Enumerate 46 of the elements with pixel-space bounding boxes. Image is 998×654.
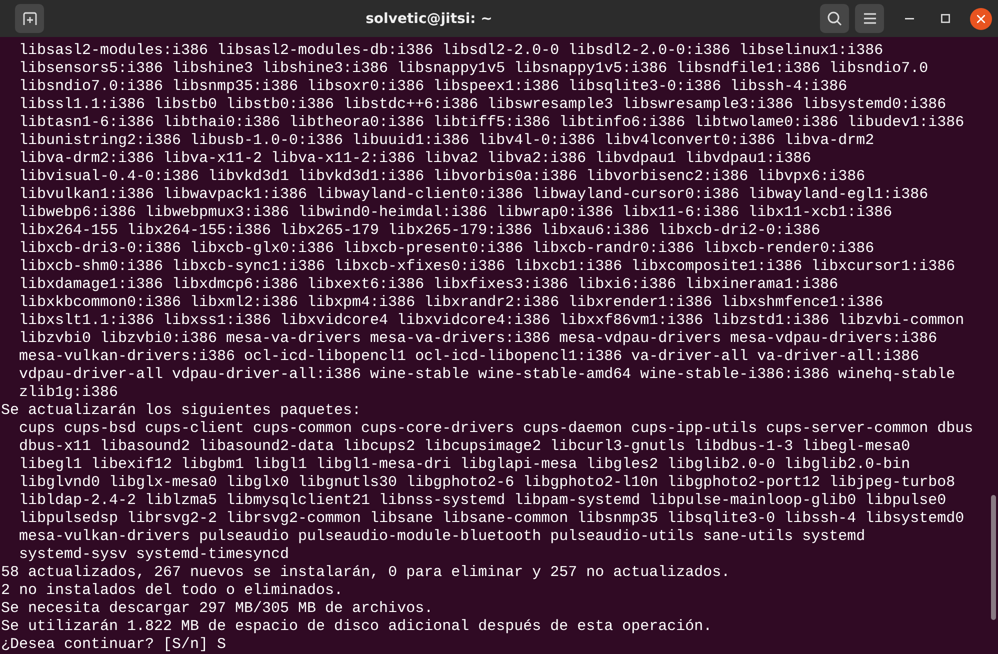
terminal-line: libvisual-0.4-0:i386 libvkd3d1 libvkd3d1:i386 libvorbis0a:i386 libvorbisenc2:i386 libvpx6:i386 xyxy=(19,168,866,185)
terminal-line: libxdamage1:i386 libxdmcp6:i386 libxext6:i386 libxfixes3:i386 libxi6:i386 libxinerama1:i386 xyxy=(19,276,838,293)
menu-button[interactable] xyxy=(855,4,884,33)
terminal-line: libxkbcommon0:i386 libxml2:i386 libxpm4:i386 libxrandr2:i386 libxrender1:i386 libxshmfence1:i386 xyxy=(19,294,884,311)
terminal-line: libx264-155 libx264-155:i386 libx265-179 libx265-179:i386 libxau6:i386 libxcb-dri2-0:i386 xyxy=(19,222,820,239)
minimize-icon xyxy=(904,18,914,20)
terminal-line: libegl1 libexif12 libgbm1 libgl1 libgl1-mesa-dri libglapi-mesa libgles2 libglib2.0-0 libglib2.0-bin xyxy=(19,456,910,473)
terminal-line: zlib1g:i386 xyxy=(19,384,118,401)
terminal-line: libxcb-dri3-0:i386 libxcb-glx0:i386 libxcb-present0:i386 libxcb-randr0:i386 libxcb-render0:i386 xyxy=(19,240,874,257)
maximize-icon xyxy=(940,14,950,23)
terminal-line: systemd-sysv systemd-timesyncd xyxy=(19,546,290,563)
terminal-line: libva-drm2:i386 libva-x11-2 libva-x11-2:i386 libva2 libva2:i386 libvdpau1 libvdpau1:i386 xyxy=(19,150,812,167)
terminal-line: Se utilizarán 1.822 MB de espacio de disco adicional después de esta operación. xyxy=(1,618,712,635)
terminal-line: libsensors5:i386 libshine3 libshine3:i386 libsnappy1v5 libsnappy1v5:i386 libsndfile1:i386 libsndio7.0 xyxy=(19,60,928,77)
terminal-line: libwebp6:i386 libwebpmux3:i386 libwind0-heimdal:i386 libwrap0:i386 libx11-6:i386 libx11-xcb1:i386 xyxy=(19,204,892,221)
terminal-line: libxslt1.1:i386 libxss1:i386 libxvidcore4 libxvidcore4:i386 libxxf86vm1:i386 libzstd1:i386 libzvbi-common xyxy=(19,312,964,329)
terminal-line: libsndio7.0:i386 libsnmp35:i386 libsoxr0:i386 libspeex1:i386 libsqlite3-0:i386 libssh-4:i386 xyxy=(19,78,848,95)
terminal-line: 58 actualizados, 267 nuevos se instalarán, 0 para eliminar y 257 no actualizados. xyxy=(1,564,730,581)
terminal-line: libxcb-shm0:i386 libxcb-sync1:i386 libxcb-xfixes0:i386 libxcb1:i386 libxcomposite1:i386 libxcursor1:i386 xyxy=(19,258,956,275)
terminal-line: Se necesita descargar 297 MB/305 MB de archivos. xyxy=(1,600,434,617)
terminal-line: 2 no instalados del todo o eliminados. xyxy=(1,582,344,599)
terminal-line: libzvbi0 libzvbi0:i386 mesa-va-drivers mesa-va-drivers:i386 mesa-vdpau-drivers mesa-vdpau-drivers:i386 xyxy=(19,330,938,347)
terminal-line: Se actualizarán los siguientes paquetes: xyxy=(1,402,362,419)
window-title: solvetic@jitsi: ~ xyxy=(364,10,494,26)
terminal-line: libunistring2:i386 libusb-1.0-0:i386 libuuid1:i386 libv4l-0:i386 libv4lconvert0:i386 libva-drm2 xyxy=(19,132,874,149)
terminal-line: libpulsedsp librsvg2-2 librsvg2-common libsane libsane-common libsnmp35 libsqlite3-0 libssh-4 libsystemd0 xyxy=(19,510,964,527)
terminal-line: vdpau-driver-all vdpau-driver-all:i386 wine-stable wine-stable-amd64 wine-stable-i386:i386 winehq-stable xyxy=(19,366,956,383)
terminal-line: cups cups-bsd cups-client cups-common cups-core-drivers cups-daemon cups-ipp-utils cups-server-common dbus xyxy=(19,420,974,437)
search-icon xyxy=(827,11,842,26)
new-tab-icon xyxy=(22,12,36,26)
scrollbar-thumb[interactable] xyxy=(991,495,996,620)
terminal-line: libvulkan1:i386 libwavpack1:i386 libwayland-client0:i386 libwayland-cursor0:i386 libwayland-egl1:i386 xyxy=(19,186,928,203)
terminal-line: mesa-vulkan-drivers:i386 ocl-icd-libopencl1 ocl-icd-libopencl1:i386 va-driver-all va-driver-all:i386 xyxy=(19,348,920,365)
terminal-line: libsasl2-modules:i386 libsasl2-modules-db:i386 libsdl2-2.0-0 libsdl2-2.0-0:i386 libselinux1:i386 xyxy=(19,42,884,59)
terminal-line: mesa-vulkan-drivers pulseaudio pulseaudio-module-bluetooth pulseaudio-utils sane-utils systemd xyxy=(19,528,866,545)
terminal-line: libssl1.1:i386 libstb0 libstb0:i386 libstdc++6:i386 libswresample3 libswresample3:i386 libsystemd0:i386 xyxy=(19,96,946,113)
terminal-line: libtasn1-6:i386 libthai0:i386 libtheora0:i386 libtiff5:i386 libtinfo6:i386 libtwolame0:i386 libudev1:i386 xyxy=(19,114,964,131)
close-icon xyxy=(977,14,985,22)
terminal-line: libglvnd0 libglx-mesa0 libglx0 libgnutls30 libgphoto2-6 libgphoto2-l10n libgphoto2-port12 libjpeg-turbo8 xyxy=(19,474,956,491)
search-button[interactable] xyxy=(820,4,849,33)
close-button[interactable] xyxy=(970,8,992,30)
terminal-line: libldap-2.4-2 liblzma5 libmysqlclient21 libnss-systemd libpam-systemd libpulse-mainloop-glib0 libpulse0 xyxy=(19,492,946,509)
terminal-line: ¿Desea continuar? [S/n] S xyxy=(1,636,226,653)
menu-icon xyxy=(864,13,876,24)
terminal-line: dbus-x11 libasound2 libasound2-data libcups2 libcupsimage2 libcurl3-gnutls libdbus-1-3 libegl-mesa0 xyxy=(19,438,910,455)
new-tab-button[interactable] xyxy=(15,4,44,33)
